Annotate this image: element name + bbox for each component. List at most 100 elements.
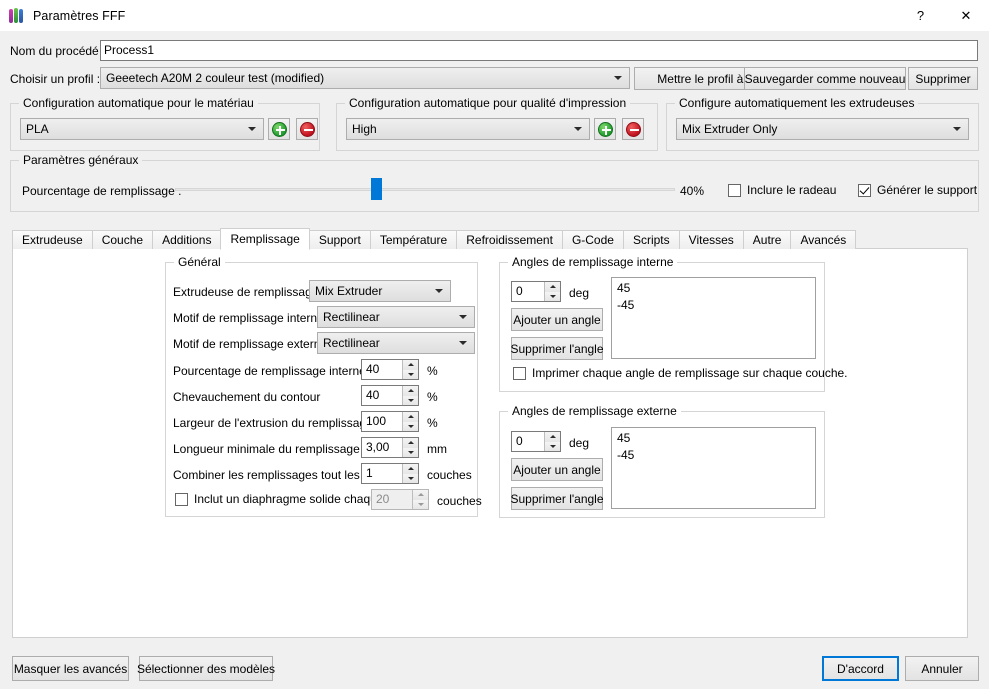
stepper-buttons[interactable] [544,282,560,301]
external-add-angle-button[interactable]: Ajouter un angle [511,458,603,481]
list-item[interactable]: 45 [617,280,815,297]
stepper-down-icon[interactable] [545,441,560,451]
stepper-up-icon[interactable] [403,360,418,370]
extrusion-width-stepper[interactable]: 100 [361,411,419,432]
profile-select[interactable]: Geeetech A20M 2 couleur test (modified) [100,67,630,89]
stepper-buttons[interactable] [402,386,418,405]
delete-profile-button[interactable]: Supprimer [908,67,978,90]
plus-circle-icon [597,121,613,137]
external-pattern-select[interactable]: Rectilinear [317,332,475,354]
diaphragm-unit: couches [437,494,482,508]
stepper-buttons[interactable] [402,412,418,431]
stepper-down-icon[interactable] [545,291,560,301]
plus-circle-icon [271,121,287,137]
material-remove-button[interactable] [296,118,318,140]
quality-select[interactable]: High [346,118,590,140]
close-icon[interactable]: ✕ [943,0,989,31]
tab-extrudeuse[interactable]: Extrudeuse [12,230,93,249]
diaphragm-stepper[interactable]: 20 [371,489,429,510]
internal-percent-unit: % [427,364,438,378]
stepper-down-icon[interactable] [403,369,418,379]
stepper-up-icon[interactable] [403,386,418,396]
stepper-buttons[interactable] [412,490,428,509]
stepper-up-icon[interactable] [545,432,560,442]
settings-tabstrip: Extrudeuse Couche Additions Remplissage … [12,228,857,250]
diaphragm-checkbox[interactable]: Inclut un diaphragme solide chaque [175,492,383,506]
overlap-label: Chevauchement du contour [173,390,321,404]
internal-angle-stepper[interactable]: 0 [511,281,561,302]
chevron-down-icon [248,127,256,131]
stepper-down-icon[interactable] [403,447,418,457]
tab-gcode[interactable]: G-Code [561,230,624,249]
internal-angles-list[interactable]: 45 -45 [611,277,816,359]
infill-percentage-slider[interactable] [175,178,675,200]
stepper-down-icon[interactable] [403,395,418,405]
stepper-down-icon[interactable] [403,473,418,483]
internal-pattern-label: Motif de remplissage interne [173,311,324,325]
profile-select-value: Geeetech A20M 2 couleur test (modified) [106,71,325,85]
title-bar: Paramètres FFF ? ✕ [0,0,989,31]
list-item[interactable]: -45 [617,447,815,464]
tab-refroidissement[interactable]: Refroidissement [456,230,563,249]
chevron-down-icon [459,341,467,345]
quality-remove-button[interactable] [622,118,644,140]
cancel-button[interactable]: Annuler [905,656,979,681]
stepper-down-icon[interactable] [413,499,428,509]
print-each-angle-label: Imprimer chaque angle de remplissage sur… [532,366,848,380]
internal-add-angle-button[interactable]: Ajouter un angle [511,308,603,331]
infill-tab-panel: Général Extrudeuse de remplissage Mix Ex… [12,248,968,638]
general-infill-title: Général [174,255,225,269]
stepper-buttons[interactable] [402,464,418,483]
internal-percent-label: Pourcentage de remplissage interne [173,364,366,378]
save-as-new-button[interactable]: Sauvegarder comme nouveau [744,67,906,90]
external-remove-angle-button[interactable]: Supprimer l'angle [511,487,604,510]
combine-stepper[interactable]: 1 [361,463,419,484]
external-angle-stepper[interactable]: 0 [511,431,561,452]
extruders-select[interactable]: Mix Extruder Only [676,118,969,140]
stepper-buttons[interactable] [402,360,418,379]
tab-remplissage[interactable]: Remplissage [220,228,310,250]
hide-advanced-button[interactable]: Masquer les avancés [12,656,129,681]
tab-support[interactable]: Support [308,230,371,249]
tab-additions[interactable]: Additions [152,230,222,249]
combine-unit: couches [427,468,472,482]
quality-add-button[interactable] [594,118,616,140]
stepper-buttons[interactable] [402,438,418,457]
overlap-stepper[interactable]: 40 [361,385,419,406]
stepper-up-icon[interactable] [413,490,428,500]
select-models-button[interactable]: Sélectionner des modèles [137,656,275,681]
generate-support-checkbox[interactable]: Générer le support [858,183,977,197]
include-raft-checkbox[interactable]: Inclure le radeau [728,183,836,197]
tab-temperature[interactable]: Température [369,230,458,249]
internal-percent-stepper[interactable]: 40 [361,359,419,380]
list-item[interactable]: -45 [617,297,815,314]
stepper-buttons[interactable] [544,432,560,451]
help-icon[interactable]: ? [898,0,943,31]
internal-pattern-select[interactable]: Rectilinear [317,306,475,328]
stepper-up-icon[interactable] [403,412,418,422]
tab-couche[interactable]: Couche [91,230,154,249]
internal-remove-angle-button[interactable]: Supprimer l'angle [511,337,604,360]
stepper-up-icon[interactable] [403,464,418,474]
infill-percentage-label: Pourcentage de remplissage : [22,184,182,198]
combine-label: Combiner les remplissages tout les [173,468,360,482]
external-angles-list[interactable]: 45 -45 [611,427,816,509]
checkbox-box [858,183,871,197]
infill-extruder-select[interactable]: Mix Extruder [309,280,451,302]
stepper-up-icon[interactable] [545,282,560,292]
tab-vitesses[interactable]: Vitesses [678,230,744,249]
material-select[interactable]: PLA [20,118,264,140]
slider-thumb[interactable] [370,178,382,200]
list-item[interactable]: 45 [617,430,815,447]
print-each-angle-checkbox[interactable]: Imprimer chaque angle de remplissage sur… [513,366,848,380]
fff-settings-icon [9,7,25,24]
tab-scripts[interactable]: Scripts [622,230,680,249]
tab-avances[interactable]: Avancés [790,230,857,249]
min-length-stepper[interactable]: 3,00 [361,437,419,458]
tab-autre[interactable]: Autre [742,230,792,249]
stepper-up-icon[interactable] [403,438,418,448]
material-add-button[interactable] [268,118,290,140]
stepper-down-icon[interactable] [403,421,418,431]
process-name-input[interactable]: Process1 [100,40,978,61]
ok-button[interactable]: D'accord [822,656,899,681]
